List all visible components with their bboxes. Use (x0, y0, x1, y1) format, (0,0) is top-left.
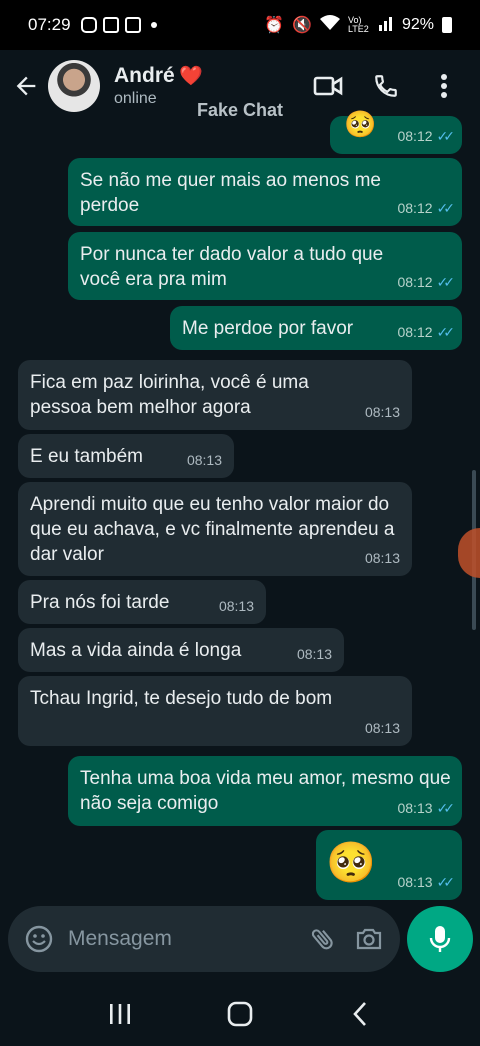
status-time: 07:29 (28, 15, 71, 34)
message-meta: 08:13 (297, 642, 332, 667)
system-nav-bar (0, 982, 480, 1046)
message-text: Aprendi muito que eu tenho valor maior d… (30, 494, 395, 565)
message-bubble[interactable]: Se não me quer mais ao menos me perdoe 0… (68, 158, 462, 226)
camera-icon (356, 928, 382, 950)
read-ticks-icon: ✓✓ (436, 128, 456, 144)
status-right: ⏰ 🔇 Vo) LTE2 92% (264, 14, 452, 36)
alarm-icon: ⏰ (264, 17, 285, 34)
message-time: 08:13 (364, 404, 400, 420)
voice-message-button[interactable] (407, 906, 473, 972)
video-icon (102, 17, 119, 33)
message-bubble[interactable]: 🥺 08:13 ✓✓ (316, 830, 462, 900)
read-ticks-icon: ✓✓ (436, 874, 456, 890)
header-actions (310, 68, 462, 104)
video-call-button[interactable] (310, 68, 346, 104)
message-time: 08:13 (397, 874, 433, 890)
more-vertical-icon (441, 74, 447, 98)
phone-icon (375, 75, 397, 97)
message-time: 08:13 (296, 646, 332, 662)
message-time: 08:12 (397, 324, 433, 340)
message-time: 08:12 (397, 200, 433, 216)
message-bubble[interactable]: 🥺 08:12 ✓✓ (330, 111, 462, 154)
message-meta: 08:12 ✓✓ (397, 196, 456, 221)
home-icon (227, 1001, 253, 1027)
battery-icon (442, 17, 452, 33)
message-meta: 08:13 (187, 448, 222, 473)
home-button[interactable] (220, 994, 260, 1034)
instagram-icon (80, 17, 97, 33)
network-label: Vo) LTE2 (347, 15, 369, 34)
image-icon (124, 17, 141, 33)
message-text: Por nunca ter dado valor a tudo que você… (80, 244, 384, 290)
message-input[interactable]: Mensagem (68, 927, 294, 951)
message-meta: 08:12 ✓✓ (397, 270, 456, 295)
message-text: Fica em paz loirinha, você é uma pessoa … (30, 372, 309, 418)
chevron-left-icon (353, 1002, 366, 1026)
read-ticks-icon: ✓✓ (436, 200, 456, 216)
contact-name: André (114, 64, 175, 87)
message-text: 🥺 (344, 109, 377, 139)
paperclip-icon (311, 929, 333, 950)
message-bubble[interactable]: Tenha uma boa vida meu amor, mesmo que n… (68, 756, 462, 826)
mute-icon: 🔇 (292, 17, 312, 34)
message-time: 08:12 (397, 274, 433, 290)
status-bar: 07:29 ⏰ 🔇 Vo) LTE2 92% (0, 0, 480, 50)
message-input-bar: Mensagem (8, 906, 400, 972)
message-bubble[interactable]: Por nunca ter dado valor a tudo que você… (68, 232, 462, 300)
message-bubble[interactable]: Mas a vida ainda é longa 08:13 (18, 628, 344, 672)
attach-button[interactable] (306, 922, 340, 956)
message-text: Tchau Ingrid, te desejo tudo de bom (30, 688, 333, 709)
read-ticks-icon: ✓✓ (436, 324, 456, 340)
message-meta: 08:13 ✓✓ (397, 796, 456, 821)
read-ticks-icon: ✓✓ (436, 274, 456, 290)
message-text: 🥺 (326, 841, 376, 885)
message-meta: 08:13 (365, 546, 400, 571)
menu-button[interactable] (426, 68, 462, 104)
message-time: 08:13 (364, 720, 400, 736)
arrow-left-icon (16, 76, 36, 96)
message-time: 08:13 (218, 598, 254, 614)
message-time: 08:13 (364, 550, 400, 566)
message-bubble[interactable]: Tchau Ingrid, te desejo tudo de bom 08:1… (18, 676, 412, 746)
message-bubble[interactable]: Me perdoe por favor 08:12 ✓✓ (170, 306, 462, 350)
message-meta: 08:13 ✓✓ (397, 870, 456, 895)
video-camera-icon (313, 76, 343, 96)
message-text: Mas a vida ainda é longa (30, 640, 242, 661)
emoji-button[interactable] (22, 922, 56, 956)
signal-icon (378, 15, 394, 36)
message-bubble[interactable]: E eu também 08:13 (18, 434, 234, 478)
heart-emoji: ❤️ (179, 66, 203, 87)
message-meta: 08:13 (365, 716, 400, 741)
more-notifications-icon (150, 22, 157, 28)
message-text: Se não me quer mais ao menos me perdoe (80, 170, 381, 216)
recent-apps-icon (110, 1004, 130, 1024)
message-bubble[interactable]: Aprendi muito que eu tenho valor maior d… (18, 482, 412, 576)
smiley-icon (25, 925, 53, 953)
battery-percent: 92% (401, 16, 434, 33)
camera-button[interactable] (352, 922, 386, 956)
message-bubble[interactable]: Pra nós foi tarde 08:13 (18, 580, 266, 624)
message-list[interactable]: 🥺 08:12 ✓✓ Se não me quer mais ao menos … (0, 111, 480, 902)
message-meta: 08:12 ✓✓ (397, 124, 456, 149)
message-time: 08:12 (397, 128, 433, 144)
back-nav-button[interactable] (340, 994, 380, 1034)
message-meta: 08:12 ✓✓ (397, 320, 456, 345)
recent-apps-button[interactable] (100, 994, 140, 1034)
message-meta: 08:13 (219, 594, 254, 619)
microphone-icon (429, 926, 451, 952)
notification-icons (80, 17, 157, 33)
wifi-icon (319, 14, 340, 36)
message-bubble[interactable]: Fica em paz loirinha, você é uma pessoa … (18, 360, 412, 430)
read-ticks-icon: ✓✓ (436, 800, 456, 816)
message-time: 08:13 (397, 800, 433, 816)
contact-name-row: André ❤️ (114, 64, 203, 88)
voice-call-button[interactable] (368, 68, 404, 104)
message-time: 08:13 (186, 452, 222, 468)
message-meta: 08:13 (365, 400, 400, 425)
